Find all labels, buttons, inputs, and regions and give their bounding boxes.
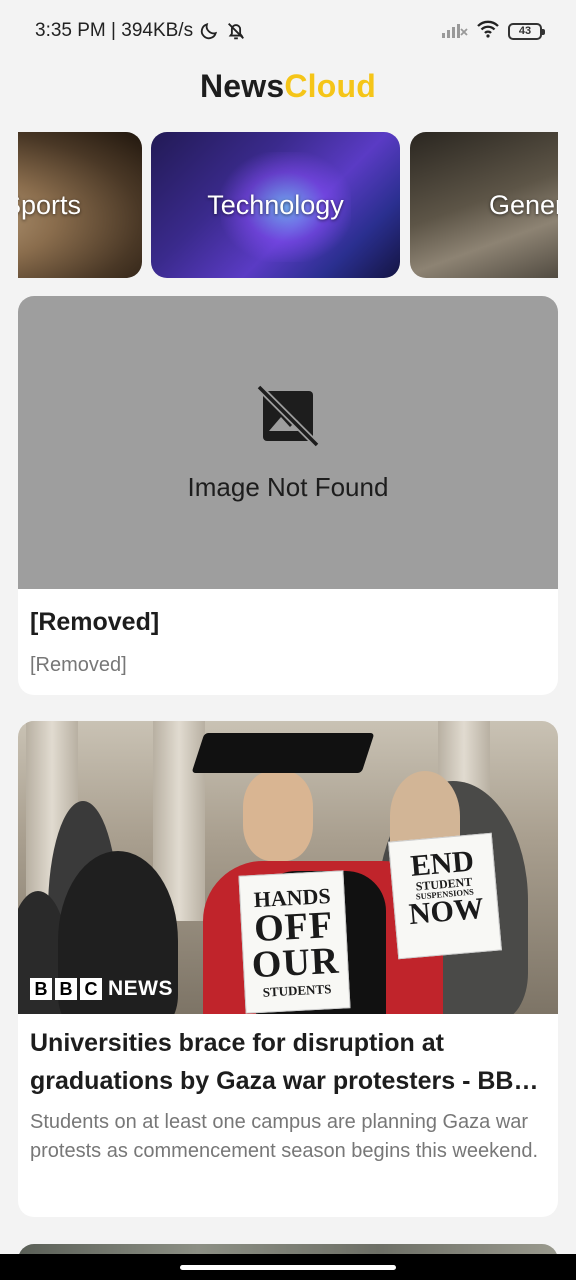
category-label: Technology [207, 189, 344, 220]
article-description: [Removed] [30, 654, 127, 676]
photo-cap [191, 733, 375, 773]
article-image-placeholder: Image Not Found [18, 296, 558, 589]
battery-icon: 43 [508, 22, 545, 40]
bbc-news-watermark: B B C NEWS [30, 977, 173, 1001]
sign-text: OUR [250, 939, 341, 987]
article-card[interactable]: HANDS OFF OUR STUDENTS END STUDENT SUSPE… [18, 721, 558, 1217]
app-title-cloud: Cloud [284, 68, 377, 104]
app-title: NewsCloud [0, 68, 576, 112]
photo-face [243, 771, 313, 861]
home-indicator[interactable] [180, 1264, 396, 1270]
article-card[interactable]: Image Not Found [Removed] [Removed] [18, 296, 558, 695]
sign-text: NOW [407, 891, 486, 932]
screen: 3:35 PM | 394KB/s 43 NewsCloud ports Tec… [0, 0, 576, 1280]
article-title: [Removed] [30, 608, 160, 636]
category-technology[interactable]: Technology [151, 132, 400, 278]
bbc-news-text: NEWS [108, 977, 173, 1000]
status-left: 3:35 PM | 394KB/s [35, 20, 247, 42]
category-carousel[interactable]: Sports Technology General [18, 132, 558, 278]
image-not-found-text: Image Not Found [187, 471, 389, 502]
bell-off-icon [225, 20, 247, 42]
wifi-icon [476, 19, 500, 44]
category-label: General [489, 189, 558, 220]
status-time-speed: 3:35 PM | 394KB/s [35, 20, 194, 41]
signal-icon [440, 19, 468, 44]
category-label: Sports [18, 189, 82, 220]
article-image: HANDS OFF OUR STUDENTS END STUDENT SUSPE… [18, 721, 558, 1014]
bbc-block: C [80, 978, 102, 1000]
category-sports[interactable]: Sports [18, 132, 142, 278]
bbc-block: B [30, 978, 52, 1000]
app-title-news: News [199, 68, 285, 104]
protest-sign: HANDS OFF OUR STUDENTS [238, 870, 351, 1014]
protest-sign: END STUDENT SUSPENSIONS NOW [388, 832, 502, 960]
battery-level: 43 [518, 25, 532, 37]
article-title: Universities brace for disruption at gra… [30, 1029, 539, 1095]
article-description: Students on at least one campus are plan… [30, 1111, 539, 1162]
category-general[interactable]: General [410, 132, 558, 278]
status-right: 43 [440, 19, 545, 44]
bbc-block: B [55, 978, 77, 1000]
broken-image-icon [255, 383, 321, 454]
status-bar: 3:35 PM | 394KB/s 43 [0, 0, 576, 62]
moon-icon [199, 21, 219, 41]
gesture-nav-bar [0, 1254, 576, 1280]
